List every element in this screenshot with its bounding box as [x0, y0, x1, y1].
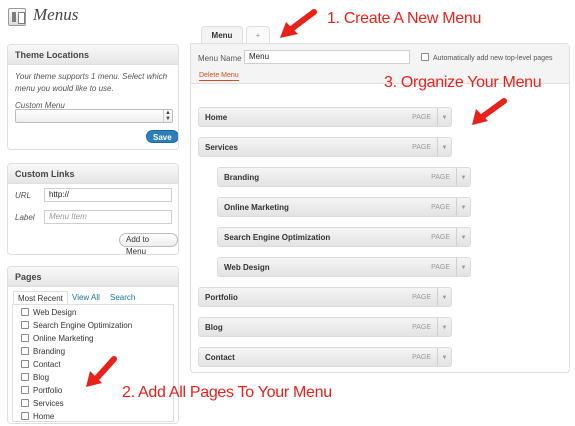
menu-tabs: Menu +: [190, 26, 570, 44]
checkbox[interactable]: [21, 360, 29, 368]
checkbox[interactable]: [21, 399, 29, 407]
tab-most-recent[interactable]: Most Recent: [13, 291, 68, 305]
chevron-down-icon[interactable]: ▼: [456, 228, 470, 246]
checkbox[interactable]: [21, 347, 29, 355]
checkbox[interactable]: [21, 321, 29, 329]
chevron-down-icon[interactable]: ▼: [456, 168, 470, 186]
annotation-step-2: 2. Add All Pages To Your Menu: [122, 384, 332, 401]
list-item[interactable]: Online Marketing: [21, 333, 93, 345]
custom-links-box: Custom Links URL http:// Label Menu Item…: [7, 163, 179, 255]
list-item[interactable]: Blog: [21, 372, 49, 384]
menu-name-input[interactable]: Menu: [244, 50, 410, 64]
list-item[interactable]: Branding: [21, 346, 65, 358]
list-item[interactable]: Portfolio: [21, 385, 62, 397]
menu-item-branding[interactable]: Branding PAGE ▼: [217, 167, 471, 187]
menu-item-blog[interactable]: Blog PAGE ▼: [198, 317, 452, 337]
pages-heading: Pages: [8, 267, 178, 287]
menu-name-label: Menu Name: [198, 54, 242, 63]
chevron-down-icon[interactable]: ▼: [437, 288, 451, 306]
list-item[interactable]: Services: [21, 398, 64, 410]
list-item[interactable]: Web Design: [21, 307, 76, 319]
list-item[interactable]: Contact: [21, 359, 61, 371]
arrow-icon-step-3: [472, 98, 507, 125]
url-label: URL: [15, 191, 32, 200]
label-input[interactable]: Menu Item: [44, 210, 172, 224]
menu-item-seo[interactable]: Search Engine Optimization PAGE ▼: [217, 227, 471, 247]
menu-editor-panel: Menu Name Menu Automatically add new top…: [190, 43, 570, 373]
chevron-down-icon[interactable]: ▼: [437, 318, 451, 336]
page-title: Menus: [33, 5, 79, 24]
menu-item-services[interactable]: Services PAGE ▼: [198, 137, 452, 157]
menu-item-web-design[interactable]: Web Design PAGE ▼: [217, 257, 471, 277]
tab-menu[interactable]: Menu: [201, 26, 243, 44]
chevron-down-icon[interactable]: ▼: [437, 348, 451, 366]
chevron-down-icon[interactable]: ▼: [437, 108, 451, 126]
checkbox[interactable]: [21, 412, 29, 420]
arrow-icon-step-2: [86, 356, 117, 387]
label-label: Label: [15, 213, 35, 222]
list-item[interactable]: Home: [21, 411, 54, 423]
theme-locations-box: Theme Locations Your theme supports 1 me…: [7, 44, 179, 150]
checkbox[interactable]: [21, 334, 29, 342]
annotation-step-3: 3. Organize Your Menu: [384, 74, 542, 91]
auto-add-option[interactable]: Automatically add new top-level pages: [421, 53, 552, 62]
add-to-menu-button[interactable]: Add to Menu: [119, 233, 178, 254]
save-button[interactable]: Save: [146, 130, 178, 143]
chevron-down-icon[interactable]: ▼: [456, 258, 470, 276]
custom-menu-select[interactable]: ▲ ▼: [15, 109, 173, 123]
menu-item-home[interactable]: Home PAGE ▼: [198, 107, 452, 127]
url-input[interactable]: http://: [44, 188, 172, 202]
menu-item-portfolio[interactable]: Portfolio PAGE ▼: [198, 287, 452, 307]
chevron-down-icon[interactable]: ▼: [456, 198, 470, 216]
delete-menu-link[interactable]: Delete Menu: [199, 71, 239, 81]
tab-search[interactable]: Search: [106, 291, 139, 305]
chevron-down-icon[interactable]: ▼: [437, 138, 451, 156]
theme-locations-help: Your theme supports 1 menu. Select which…: [15, 72, 168, 93]
arrow-icon-step-1: [280, 9, 317, 38]
select-arrows-icon: ▲ ▼: [163, 110, 172, 122]
list-item[interactable]: Search Engine Optimization: [21, 320, 132, 332]
menu-item-online-marketing[interactable]: Online Marketing PAGE ▼: [217, 197, 471, 217]
tab-view-all[interactable]: View All: [68, 291, 104, 305]
checkbox[interactable]: [21, 373, 29, 381]
annotation-step-1: 1. Create A New Menu: [327, 10, 482, 27]
add-menu-tab[interactable]: +: [246, 26, 270, 44]
custom-links-heading: Custom Links: [8, 164, 178, 184]
menu-item-contact[interactable]: Contact PAGE ▼: [198, 347, 452, 367]
theme-locations-heading: Theme Locations: [8, 45, 178, 65]
menus-icon: [8, 8, 26, 26]
auto-add-checkbox[interactable]: [421, 53, 429, 61]
checkbox[interactable]: [21, 386, 29, 394]
checkbox[interactable]: [21, 308, 29, 316]
